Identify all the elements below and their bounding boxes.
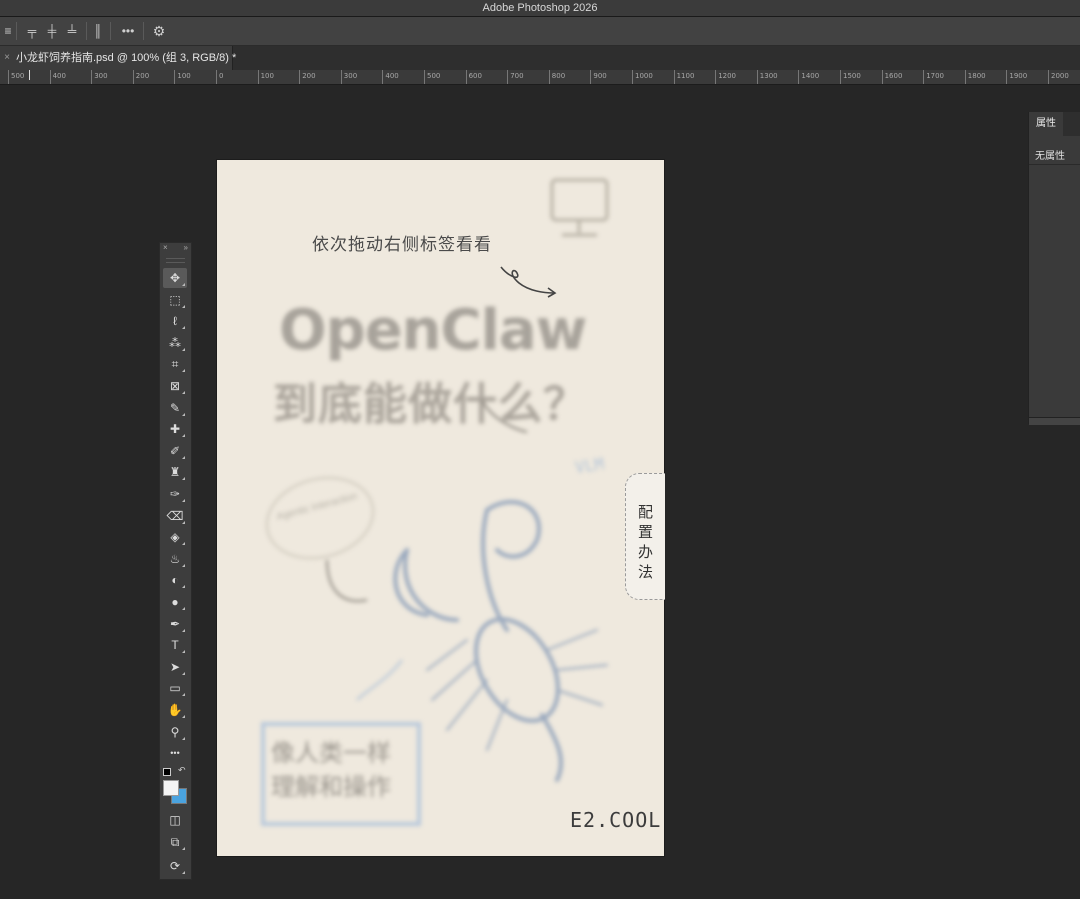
close-icon[interactable]: ×: [163, 243, 168, 252]
align-bottom-icon[interactable]: ╧: [64, 23, 80, 39]
frame-tool-icon[interactable]: ⊠: [163, 376, 187, 396]
hand-tool-icon[interactable]: ✋: [163, 700, 187, 720]
close-icon[interactable]: ×: [2, 46, 12, 70]
distribute-icon[interactable]: ║: [90, 23, 106, 39]
ruler-tick-label: 400: [49, 70, 66, 84]
tab-properties[interactable]: 属性: [1029, 112, 1063, 136]
divider: [110, 22, 111, 40]
side-tab-label: 配置办法: [638, 503, 654, 581]
burn-tool-icon[interactable]: ●: [163, 592, 187, 612]
no-properties-text: 无属性: [1035, 151, 1065, 162]
magic-wand-tool-icon[interactable]: ⁂: [163, 333, 187, 353]
ruler-tick-label: 1400: [798, 70, 819, 84]
crop-tool-icon[interactable]: ⌗: [163, 354, 187, 374]
ruler-tick-label: 1100: [673, 70, 694, 84]
divider: [86, 22, 87, 40]
window-title: Adobe Photoshop 2026: [0, 0, 1080, 17]
history-brush-tool-icon[interactable]: ✑: [163, 484, 187, 504]
more-tools-icon[interactable]: •••: [163, 743, 187, 763]
divider: [16, 22, 17, 40]
screen-mode-icon[interactable]: ⧉: [163, 832, 187, 852]
move-tool-icon[interactable]: ✥: [163, 268, 187, 288]
dodge-tool-icon[interactable]: ◐: [163, 570, 187, 590]
document-tab-label: 小龙虾饲养指南.psd @ 100% (组 3, RGB/8) *: [16, 52, 237, 64]
ruler-cursor-mark: [29, 70, 30, 80]
ruler-tick-label: 0: [216, 70, 223, 84]
align-top-icon[interactable]: ╤: [24, 23, 40, 39]
divider: [143, 22, 144, 40]
path-select-tool-icon[interactable]: ➤: [163, 657, 187, 677]
tools-panel-header: × »: [160, 243, 191, 255]
ruler-tick-label: 200: [132, 70, 149, 84]
ruler-tick-label: 300: [340, 70, 357, 84]
tools-panel: × » ↶ ◫ ⧉ ⟳ ✥ ⬚ ℓ ⁂ ⌗ ⊠ ✎ ✚ ✐ ♜ ✑ ⌫ ◈ ♨ ◐ ● ✒ T ➤ ▭ ✋ ⚲ •••: [159, 242, 192, 880]
ruler-tick-label: 1200: [715, 70, 736, 84]
ruler-tick-label: 1800: [964, 70, 986, 84]
divider: [1029, 164, 1080, 165]
foreground-color-swatch[interactable]: [163, 780, 179, 796]
ruler-tick-label: 1300: [756, 70, 778, 84]
expand-icon[interactable]: »: [184, 243, 188, 252]
eraser-tool-icon[interactable]: ⌫: [163, 506, 187, 526]
ruler-tick-label: 1500: [840, 70, 861, 84]
panel-grip[interactable]: [166, 258, 185, 263]
clone-stamp-tool-icon[interactable]: ♜: [163, 462, 187, 482]
document-tab-bar: × 小龙虾饲养指南.psd @ 100% (组 3, RGB/8) *: [0, 46, 1080, 70]
side-tab-config[interactable]: 配置办法: [625, 473, 665, 600]
ruler-tick-label: 300: [91, 70, 108, 84]
rectangle-tool-icon[interactable]: ▭: [163, 678, 187, 698]
document-canvas[interactable]: OpenClaw 到底能做什么？ VLM Agentic Interaction…: [217, 160, 664, 856]
blur-tool-icon[interactable]: ♨: [163, 549, 187, 569]
ruler-tick-label: 400: [382, 70, 399, 84]
arrow-doodles: [326, 399, 528, 701]
quick-mask-icon[interactable]: ◫: [163, 810, 187, 830]
ruler-tick-label: 500: [8, 70, 24, 84]
ruler-tick-label: 100: [174, 70, 191, 84]
eyedropper-tool-icon[interactable]: ✎: [163, 398, 187, 418]
zoom-tool-icon[interactable]: ⚲: [163, 722, 187, 742]
type-tool-icon[interactable]: T: [163, 635, 187, 655]
align-left-icon[interactable]: ≡: [0, 23, 16, 39]
ruler-tick-label: 700: [507, 70, 524, 84]
ruler-tick-label: 1900: [1006, 70, 1027, 84]
paint-bucket-tool-icon[interactable]: ◈: [163, 527, 187, 547]
lasso-tool-icon[interactable]: ℓ: [163, 311, 187, 331]
ruler-tick-label: 2000: [1048, 70, 1069, 84]
gear-icon[interactable]: ⚙: [151, 23, 167, 39]
ruler-tick-label: 100: [257, 70, 274, 84]
default-colors-icon[interactable]: [163, 768, 171, 776]
curly-arrow: [500, 266, 557, 298]
align-vcenter-icon[interactable]: ╪: [44, 23, 60, 39]
properties-tab-bar: 属性: [1029, 112, 1080, 136]
properties-panel: 属性 无属性: [1028, 112, 1080, 425]
ruler-tick-label: 800: [548, 70, 565, 84]
ruler-tick-label: 1000: [632, 70, 653, 84]
blurred-artwork: OpenClaw 到底能做什么？ VLM Agentic Interaction…: [217, 160, 664, 856]
ruler-tick-label: 600: [465, 70, 482, 84]
swap-colors-icon[interactable]: ↶: [178, 765, 186, 776]
options-bar: ≡ ╤ ╪ ╧ ║ ••• ⚙: [0, 17, 1080, 46]
panel-resize-edge[interactable]: [1029, 417, 1080, 425]
ruler-tick-label: 200: [299, 70, 316, 84]
document-tab[interactable]: × 小龙虾饲养指南.psd @ 100% (组 3, RGB/8) *: [0, 46, 237, 70]
ruler-tick-label: 1600: [881, 70, 902, 84]
marquee-tool-icon[interactable]: ⬚: [163, 290, 187, 310]
ruler-tick-label: 1700: [923, 70, 944, 84]
pen-tool-icon[interactable]: ✒: [163, 614, 187, 634]
edit-toolbar-icon[interactable]: ⟳: [163, 856, 187, 876]
brush-tool-icon[interactable]: ✐: [163, 441, 187, 461]
drag-hint-text: 依次拖动右侧标签看看: [312, 235, 492, 255]
horizontal-ruler[interactable]: 500 400 300 200 100 0 100 200 300 400 500 600 700 800…: [0, 70, 1080, 85]
ruler-tick-label: 500: [424, 70, 440, 84]
ruler-tick-label: 900: [590, 70, 607, 84]
healing-brush-tool-icon[interactable]: ✚: [163, 419, 187, 439]
more-icon[interactable]: •••: [118, 23, 138, 39]
brand-footer: E2.COOL: [570, 808, 662, 832]
